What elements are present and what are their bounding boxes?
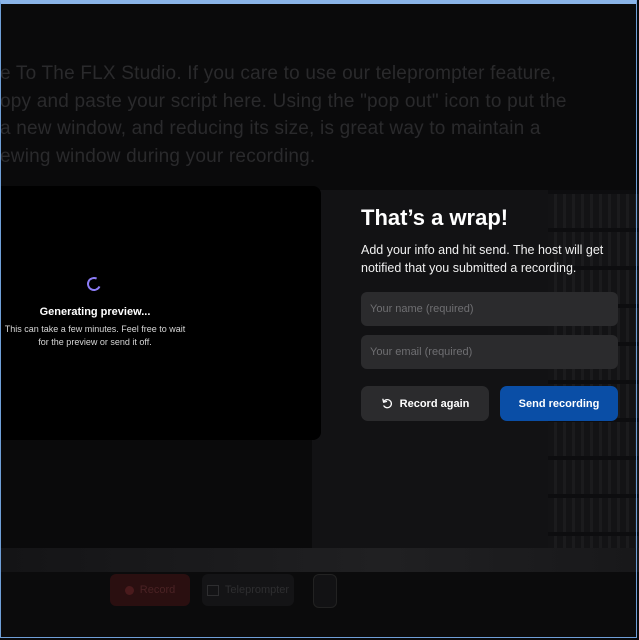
pop-out-icon: [313, 574, 337, 608]
generating-preview-title: Generating preview...: [39, 306, 151, 318]
email-field[interactable]: [361, 335, 618, 369]
teleprompter-icon: [206, 584, 219, 596]
record-label: Record: [139, 584, 176, 596]
teleprompter-script-text: e To The FLX Studio. If you care to use …: [0, 63, 567, 167]
teleprompter-label: Teleprompter: [224, 584, 290, 596]
send-recording-label: Send recording: [518, 397, 600, 410]
wrap-title: That’s a wrap!: [361, 205, 509, 230]
name-field[interactable]: [361, 292, 618, 326]
wrap-description: Add your info and hit send. The host wil…: [361, 243, 604, 275]
send-recording-button[interactable]: Send recording: [500, 386, 618, 421]
camera-background-strip: [0, 548, 639, 572]
record-button: Record: [110, 574, 190, 606]
teleprompter-button: Teleprompter: [202, 574, 294, 606]
record-again-button[interactable]: Record again: [361, 386, 489, 421]
generating-preview-subtitle: This can take a few minutes. Feel free t…: [4, 324, 186, 347]
record-again-label: Record again: [399, 397, 470, 410]
rotate-ccw-icon: [381, 398, 392, 409]
record-dot-icon: [124, 585, 134, 595]
